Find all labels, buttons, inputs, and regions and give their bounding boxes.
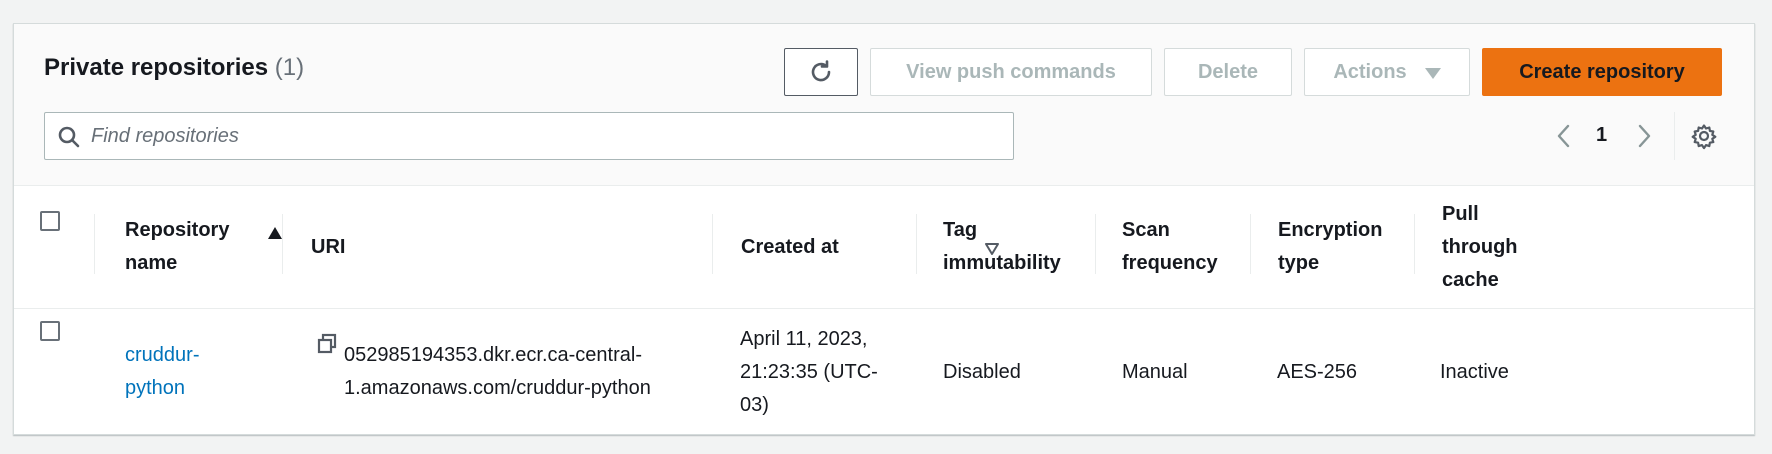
header-pull-line2: through bbox=[1442, 235, 1518, 258]
column-header-scan-frequency[interactable]: Scan frequency bbox=[1122, 186, 1247, 308]
refresh-button[interactable] bbox=[784, 48, 858, 96]
repository-uri-line2: 1.amazonaws.com/cruddur-python bbox=[344, 377, 651, 399]
created-line3: 03) bbox=[740, 393, 769, 416]
refresh-icon bbox=[811, 60, 831, 82]
header-enc-line2: type bbox=[1278, 252, 1320, 274]
caret-down-icon bbox=[1424, 67, 1441, 79]
actions-dropdown[interactable]: Actions bbox=[1304, 48, 1470, 96]
row-checkbox[interactable] bbox=[40, 321, 60, 341]
table-row-created-cell: April 11, 2023, 21:23:35 (UTC- 03) bbox=[740, 309, 910, 435]
table-row-pull-through-cache-cell: Inactive bbox=[1440, 360, 1509, 383]
table-row-uri-cell: 052985194353.dkr.ecr.ca-central- 1.amazo… bbox=[344, 309, 704, 435]
column-divider bbox=[282, 214, 283, 274]
header-name-line1: Repository bbox=[125, 219, 230, 241]
header-scan-line2: frequency bbox=[1122, 252, 1218, 274]
gear-icon[interactable] bbox=[1690, 122, 1718, 150]
select-all-checkbox[interactable] bbox=[40, 211, 60, 231]
header-created: Created at bbox=[741, 235, 839, 258]
table-row-name-cell[interactable]: cruddur- python bbox=[125, 309, 265, 435]
actions-label: Actions bbox=[1333, 60, 1407, 83]
column-divider bbox=[94, 214, 95, 274]
table-row-tag-immutability-cell: Disabled bbox=[943, 360, 1021, 383]
current-page[interactable]: 1 bbox=[1596, 124, 1607, 147]
header-tag-line2: immutability bbox=[943, 252, 1061, 274]
page-title: Private repositories (1) bbox=[44, 54, 304, 82]
header-pull-line3: cache bbox=[1442, 268, 1499, 291]
table-row-scan-frequency-cell: Manual bbox=[1122, 360, 1188, 383]
copy-icon[interactable] bbox=[317, 333, 337, 355]
repository-count: (1) bbox=[274, 54, 305, 81]
repository-name-link[interactable]: cruddur- python bbox=[125, 339, 199, 405]
title-text: Private repositories bbox=[44, 54, 269, 81]
search-field[interactable] bbox=[44, 112, 1014, 160]
repository-name-line2: python bbox=[125, 377, 186, 399]
chevron-left-icon[interactable] bbox=[1554, 122, 1574, 150]
created-line2: 21:23:35 (UTC- bbox=[740, 360, 878, 383]
column-divider bbox=[712, 214, 713, 274]
header-pull-line1: Pull bbox=[1442, 202, 1479, 225]
sort-ascending-icon[interactable] bbox=[267, 226, 283, 240]
repository-name-line1: cruddur- bbox=[125, 344, 200, 366]
search-icon bbox=[58, 126, 80, 148]
created-line1: April 11, 2023, bbox=[740, 327, 868, 350]
delete-button[interactable]: Delete bbox=[1164, 48, 1292, 96]
header-tag-line1: Tag bbox=[943, 219, 978, 241]
repository-uri-line1: 052985194353.dkr.ecr.ca-central- bbox=[344, 344, 642, 366]
column-header-tag-immutability[interactable]: Tag immutability bbox=[943, 186, 1093, 308]
create-repository-button[interactable]: Create repository bbox=[1482, 48, 1722, 96]
chevron-right-icon[interactable] bbox=[1634, 122, 1654, 150]
column-header-encryption-type[interactable]: Encryption type bbox=[1278, 186, 1413, 308]
column-header-uri[interactable]: URI bbox=[311, 186, 691, 308]
column-divider bbox=[1414, 214, 1415, 274]
pager-divider bbox=[1674, 112, 1675, 160]
column-header-repository-name[interactable]: Repository name bbox=[125, 186, 265, 308]
column-header-created-at[interactable]: Created at bbox=[741, 186, 901, 308]
column-header-pull-through-cache[interactable]: Pull through cache bbox=[1442, 186, 1552, 308]
header-enc-line1: Encryption bbox=[1278, 219, 1383, 241]
view-push-commands-button[interactable]: View push commands bbox=[870, 48, 1152, 96]
repositories-panel: Private repositories (1) View push comma… bbox=[13, 23, 1755, 435]
table-row-encryption-type-cell: AES-256 bbox=[1277, 360, 1358, 383]
column-divider bbox=[916, 214, 917, 274]
panel-header: Private repositories (1) View push comma… bbox=[14, 24, 1754, 186]
header-scan-line1: Scan bbox=[1122, 219, 1170, 241]
header-name-line2: name bbox=[125, 252, 178, 274]
search-input[interactable] bbox=[91, 113, 991, 159]
column-divider bbox=[1095, 214, 1096, 274]
column-divider bbox=[1250, 214, 1251, 274]
header-uri: URI bbox=[311, 235, 346, 258]
